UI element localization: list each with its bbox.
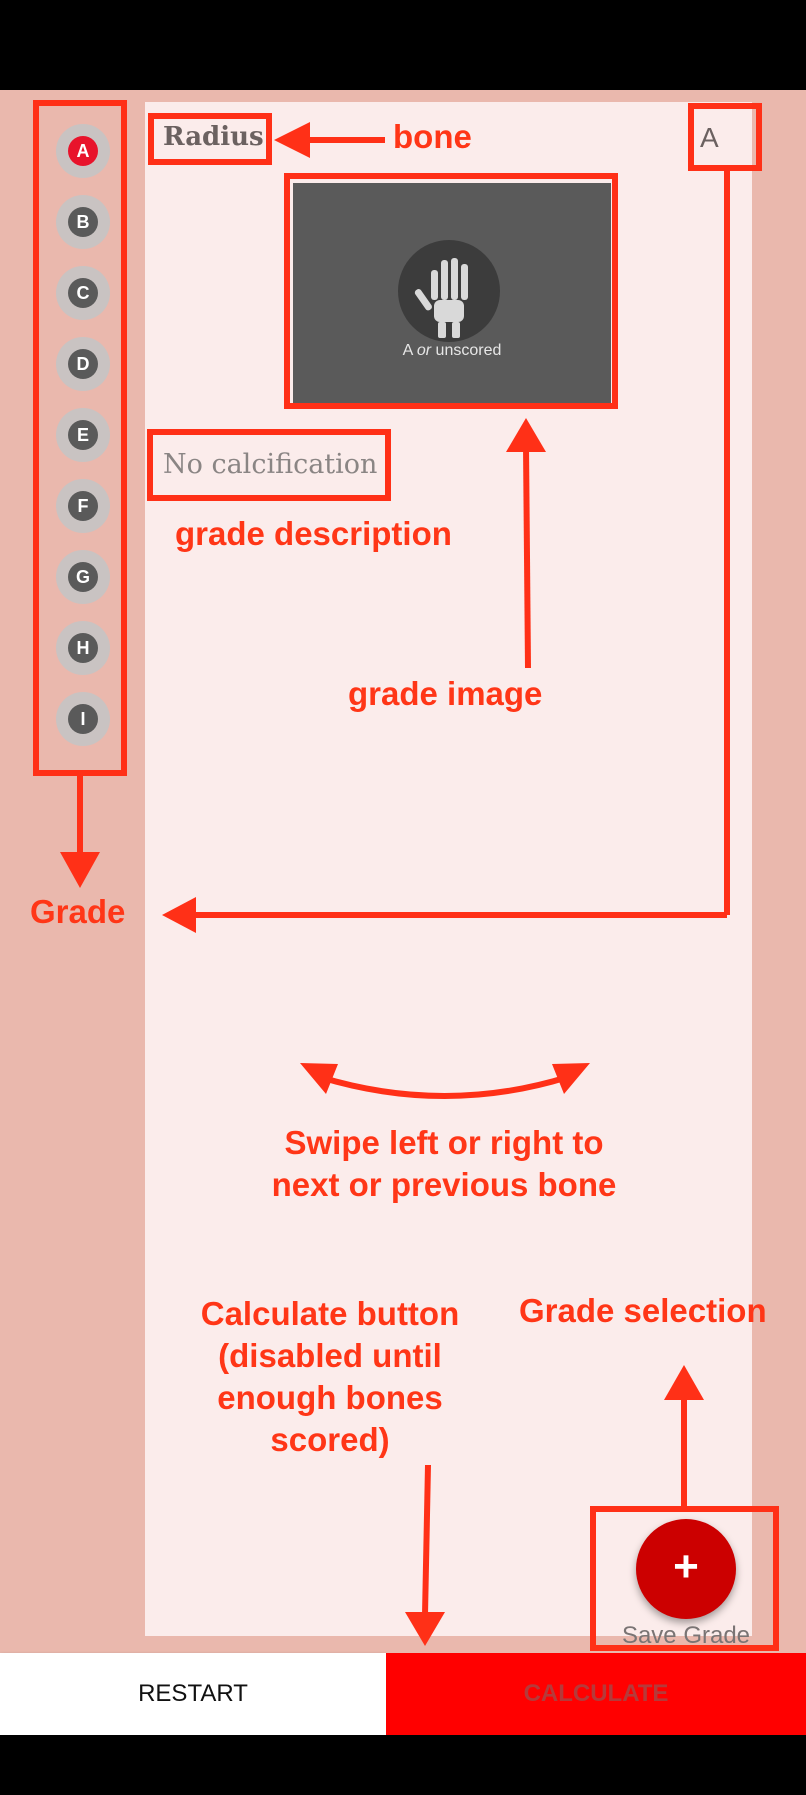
annotation-bone: bone — [393, 118, 472, 155]
bone-highlight — [148, 113, 272, 165]
save-grade-button[interactable]: + — [636, 1519, 736, 1619]
grade-image-highlight — [284, 173, 618, 409]
grade-letter-highlight — [688, 103, 762, 171]
calc-line-4: scored) — [270, 1421, 390, 1458]
annotation-swipe: Swipe left or right to next or previous … — [240, 1122, 648, 1206]
swipe-line-2: next or previous bone — [271, 1166, 617, 1203]
status-bar — [0, 0, 806, 90]
annotation-grade-description: grade description — [175, 515, 452, 552]
annotation-grade: Grade — [30, 893, 126, 930]
restart-button[interactable]: RESTART — [0, 1653, 386, 1735]
swipe-line-1: Swipe left or right to — [284, 1124, 604, 1161]
annotation-calculate: Calculate button (disabled until enough … — [180, 1293, 480, 1461]
bottom-bar: RESTART CALCULATE — [0, 1653, 806, 1735]
grade-sidebar-highlight — [33, 100, 127, 776]
calc-line-3: enough bones — [217, 1379, 443, 1416]
calculate-button[interactable]: CALCULATE — [386, 1653, 806, 1735]
save-grade-label: Save Grade — [621, 1622, 751, 1649]
calc-line-2: (disabled until — [218, 1337, 442, 1374]
grade-description-highlight — [147, 429, 391, 501]
navigation-bar — [0, 1735, 806, 1795]
annotation-grade-image: grade image — [348, 675, 543, 712]
calc-line-1: Calculate button — [200, 1295, 460, 1332]
annotation-grade-selection: Grade selection — [519, 1292, 767, 1329]
